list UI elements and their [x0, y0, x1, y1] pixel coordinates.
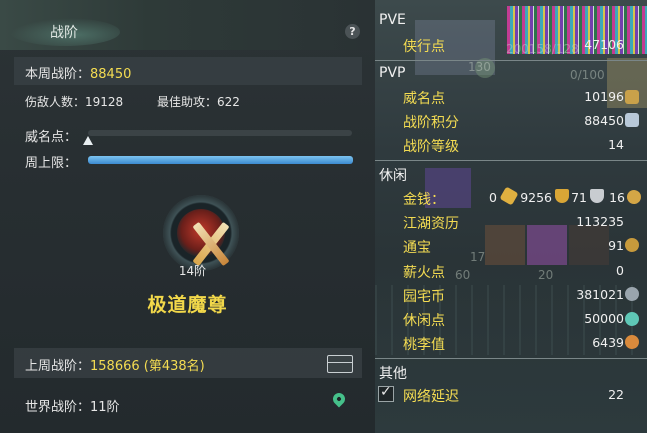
leisure-item-leisure-value: 50000 — [584, 311, 624, 326]
panel-title: 战阶 — [50, 25, 78, 41]
last-week-label: 上周战阶： — [25, 359, 91, 374]
money-value-1: 0 — [489, 190, 497, 205]
reward-chest-icon[interactable] — [327, 355, 353, 373]
assist-line: 最佳助攻：622 — [157, 93, 240, 110]
pvp-header: PVP — [379, 65, 406, 81]
separator — [375, 358, 647, 359]
separator — [375, 60, 647, 61]
other-item-latency-label: 网络延迟 — [403, 389, 459, 405]
leisure-point-icon — [625, 312, 639, 326]
leisure-header: 休闲 — [379, 168, 407, 184]
bg-item-tile-3 — [527, 225, 567, 265]
last-week-value: 158666 (第438名) — [90, 359, 205, 374]
pve-header: PVE — [379, 12, 406, 28]
defeated-value: 19128 — [85, 95, 124, 109]
money-value-3: 71 — [571, 190, 587, 205]
pvp-item-fame-label: 威名点 — [403, 91, 445, 107]
weekly-cap-progress-fill — [88, 156, 353, 164]
battle-rank-panel: 战阶 ? 本周战阶：88450 伤敌人数：19128 最佳助攻：622 威名点：… — [0, 0, 375, 433]
leisure-item-garden-value: 381021 — [576, 287, 624, 302]
bg-text-a: 200158/128 — [506, 42, 579, 56]
gold-ingot-icon — [499, 186, 519, 206]
bg-text-e: 20 — [538, 268, 554, 282]
leisure-item-seniority-label: 江湖资历 — [403, 216, 459, 232]
defeated-label: 伤敌人数： — [25, 95, 86, 109]
leisure-item-xinhuo-label: 薪火点 — [403, 265, 445, 281]
garden-coin-icon — [625, 287, 639, 301]
leisure-item-garden-label: 园宅币 — [403, 289, 445, 305]
assist-value: 622 — [217, 95, 240, 109]
world-rank-value: 11阶 — [90, 400, 120, 415]
bg-item-tile-2 — [485, 225, 525, 265]
bg-text-c: 0/100 — [570, 68, 605, 82]
pve-item-xiaxing-label: 侠行点 — [403, 39, 445, 55]
other-item-latency-value: 22 — [608, 387, 624, 402]
pvp-item-level-value: 14 — [608, 137, 624, 152]
separator — [375, 160, 647, 161]
leisure-item-taoli-value: 6439 — [592, 335, 624, 350]
weekly-rank-value: 88450 — [90, 67, 132, 82]
leisure-item-xinhuo-value: 0 — [616, 263, 624, 278]
pvp-item-score-value: 88450 — [584, 113, 624, 128]
assist-label: 最佳助攻： — [157, 95, 218, 109]
defeated-line: 伤敌人数：19128 — [25, 93, 123, 110]
weekly-cap-progress-bar — [88, 156, 353, 164]
score-icon — [625, 113, 639, 127]
last-week-line: 上周战阶：158666 (第438名) — [25, 355, 205, 374]
pvp-item-level-label: 战阶等级 — [403, 139, 459, 155]
currency-tooltip: 200158/128 130 0/100 60 20 17 PVE 侠行点 47… — [375, 0, 647, 433]
fame-progress-bar — [88, 130, 352, 136]
rank-level: 14阶 — [178, 264, 207, 278]
fame-marker-icon — [83, 136, 93, 145]
pvp-item-score-label: 战阶积分 — [403, 115, 459, 131]
peach-icon — [625, 335, 639, 349]
weekly-rank-line: 本周战阶：88450 — [25, 63, 131, 82]
bg-text-b: 130 — [468, 60, 491, 74]
tongbao-icon — [625, 238, 639, 252]
leisure-item-leisure-label: 休闲点 — [403, 313, 445, 329]
latency-checkbox[interactable] — [378, 384, 394, 402]
world-rank-label: 世界战阶： — [25, 400, 91, 415]
rank-name: 极道魔尊 — [147, 294, 228, 316]
location-pin-icon[interactable] — [330, 390, 348, 408]
leisure-item-tongbao-label: 通宝 — [403, 240, 431, 256]
silver-ingot-icon — [555, 189, 569, 203]
emblem-core — [177, 209, 230, 267]
leisure-item-tongbao-value: 91 — [608, 238, 624, 253]
help-icon[interactable]: ? — [345, 24, 360, 39]
pvp-item-fame-value: 10196 — [584, 89, 624, 104]
bg-item-tile-4 — [569, 225, 609, 265]
money-value-2: 9256 — [520, 190, 552, 205]
weekly-rank-label: 本周战阶： — [25, 67, 91, 82]
pve-item-xiaxing-value: 47106 — [584, 37, 624, 52]
leisure-item-seniority-value: 113235 — [576, 214, 624, 229]
fame-label: 威名点： — [25, 130, 78, 145]
rank-emblem-icon — [163, 195, 239, 271]
money-label: 金钱： — [403, 192, 445, 208]
fame-icon — [625, 90, 639, 104]
world-rank-line: 世界战阶：11阶 — [25, 396, 120, 415]
weekly-cap-label: 周上限： — [25, 156, 78, 171]
bg-text-f: 17 — [470, 250, 486, 264]
copper-ingot-icon — [590, 189, 604, 203]
leisure-item-taoli-label: 桃李值 — [403, 337, 445, 353]
money-value-4: 16 — [609, 190, 625, 205]
coin-icon — [627, 190, 641, 204]
bg-text-d: 60 — [455, 268, 471, 282]
other-header: 其他 — [379, 366, 407, 382]
